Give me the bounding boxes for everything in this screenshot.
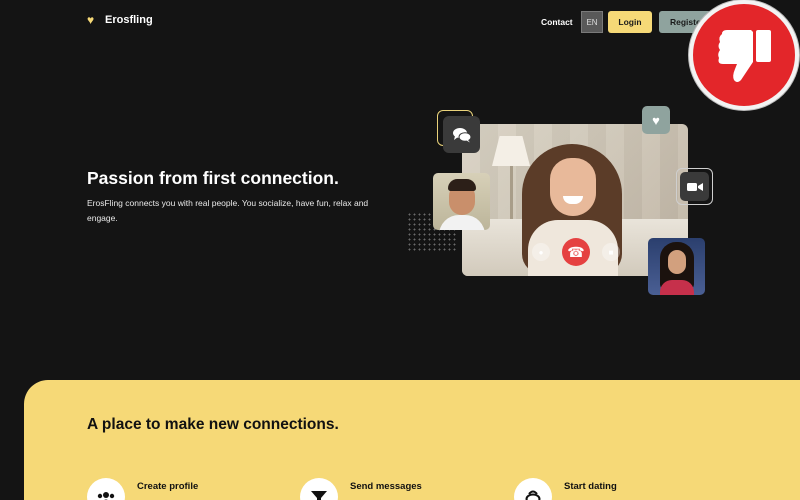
video-camera-small-icon: ■ — [602, 243, 620, 261]
brand-name: Erosfling — [105, 14, 153, 26]
ring-icon — [514, 478, 552, 500]
heart-icon: ♥ — [642, 106, 670, 134]
brand-logo[interactable]: ♥ Erosfling — [87, 14, 153, 26]
funnel-icon — [300, 478, 338, 500]
woman-thumbnail — [648, 238, 705, 295]
language-selector[interactable]: EN — [581, 11, 603, 33]
hero-description: ErosFling connects you with real people.… — [87, 198, 369, 223]
feature-label: Send messages — [350, 481, 422, 492]
contact-link[interactable]: Contact — [541, 17, 573, 27]
hero-title: Passion from first connection. — [87, 168, 339, 188]
call-controls: ● ☎ ■ — [532, 238, 620, 266]
section-title: A place to make new connections. — [87, 416, 339, 433]
thumbs-down-icon — [718, 30, 771, 82]
login-button[interactable]: Login — [608, 11, 652, 33]
heart-logo-icon: ♥ — [87, 13, 95, 27]
microphone-icon: ● — [532, 243, 550, 261]
feature-send-messages: Send messages — [300, 478, 422, 500]
feature-label: Create profile — [137, 481, 199, 492]
woman-face — [550, 158, 596, 216]
chat-bubbles-icon — [443, 116, 480, 153]
users-icon — [87, 478, 125, 500]
lamp-pole — [510, 166, 513, 226]
video-camera-icon — [680, 172, 709, 201]
thumbs-down-badge — [689, 0, 799, 110]
man-thumbnail — [433, 173, 490, 230]
feature-start-dating: Start dating — [514, 478, 617, 500]
feature-create-profile: Create profile — [87, 478, 198, 500]
hang-up-icon: ☎ — [562, 238, 590, 266]
feature-label: Start dating — [564, 481, 617, 492]
